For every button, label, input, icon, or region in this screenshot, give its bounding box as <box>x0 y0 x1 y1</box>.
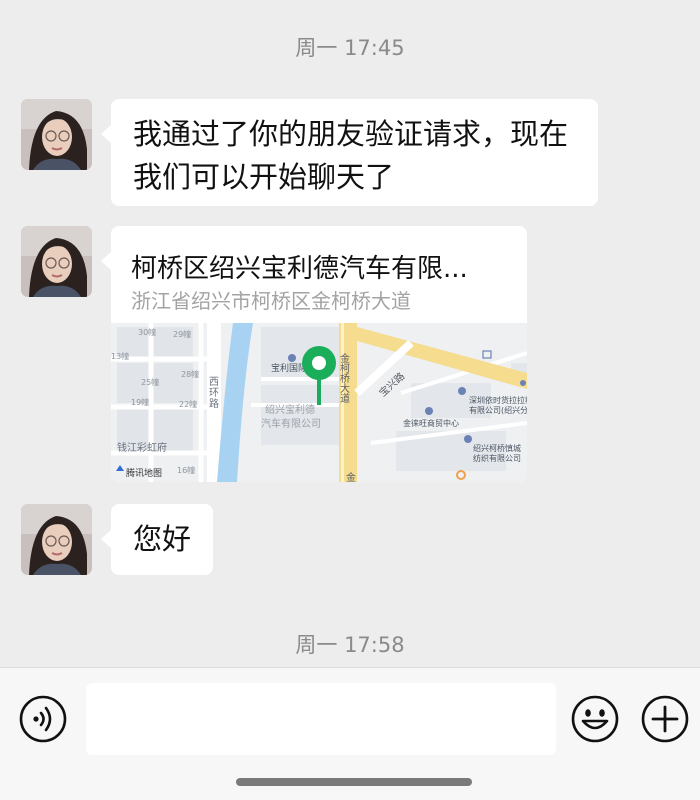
map-label: 25幢 <box>141 377 159 387</box>
message-bubble-hello[interactable]: 您好 <box>101 504 213 575</box>
map-label: 钱江彩虹府 <box>117 441 167 454</box>
map-label: 22幢 <box>179 399 197 409</box>
map-label: 29幢 <box>173 329 191 339</box>
timestamp-1: 周一 17:45 <box>295 36 405 60</box>
map-label: 28幢 <box>181 369 199 379</box>
map-road-label: 西 <box>209 377 219 388</box>
map-poi: 绍兴宝利德 <box>265 403 315 416</box>
location-address: 浙江省绍兴市柯桥区金柯桥大道 <box>131 289 411 313</box>
map-poi: 纺织有限公司 <box>473 453 521 463</box>
message-text: 我通过了你的朋友验证请求，现在 <box>133 117 569 151</box>
map-poi: 有限公司(绍兴分... <box>469 405 527 415</box>
map-poi: 绍兴柯桥慎城 <box>473 443 521 453</box>
message-bubble-greeting[interactable]: 我通过了你的朋友验证请求，现在 我们可以开始聊天了 <box>101 99 598 206</box>
map-poi: 深圳依时货拉拉科技 <box>469 395 527 405</box>
message-text: 您好 <box>133 522 192 556</box>
timestamp-2: 周一 17:58 <box>295 633 405 657</box>
voice-icon[interactable] <box>19 695 67 747</box>
message-input[interactable] <box>86 683 556 755</box>
location-title: 柯桥区绍兴宝利德汽车有限... <box>131 254 468 284</box>
avatar[interactable] <box>21 226 92 297</box>
home-indicator <box>236 778 472 786</box>
map-poi: 金徕旺商贸中心 <box>403 418 459 428</box>
map-poi: 宝利国际 <box>271 362 307 374</box>
map-poi: 汽车有限公司 <box>261 417 321 430</box>
map-road-label: 金 <box>346 471 356 482</box>
map-road-label: 路 <box>209 397 219 410</box>
avatar[interactable] <box>21 99 92 170</box>
map-label: 30幢 <box>138 327 156 337</box>
plus-icon[interactable] <box>641 695 689 747</box>
location-card[interactable]: 柯桥区绍兴宝利德汽车有限... 浙江省绍兴市柯桥区金柯桥大道 30幢 29幢 1… <box>101 226 527 482</box>
map-road-label: 金柯桥大道 <box>338 352 350 403</box>
svg-text:腾讯地图: 腾讯地图 <box>126 467 162 479</box>
map-label: 16幢 <box>177 465 195 475</box>
map-road-label: 环 <box>209 388 219 399</box>
input-bar <box>0 667 700 800</box>
emoji-icon[interactable] <box>571 695 619 747</box>
message-text: 我们可以开始聊天了 <box>133 160 395 194</box>
map-label: 13幢 <box>111 351 129 361</box>
location-map[interactable]: 30幢 29幢 13幢 28幢 25幢 19幢 22幢 16幢 西 环 路 钱江… <box>111 323 527 482</box>
avatar[interactable] <box>21 504 92 575</box>
map-label: 19幢 <box>131 397 149 407</box>
